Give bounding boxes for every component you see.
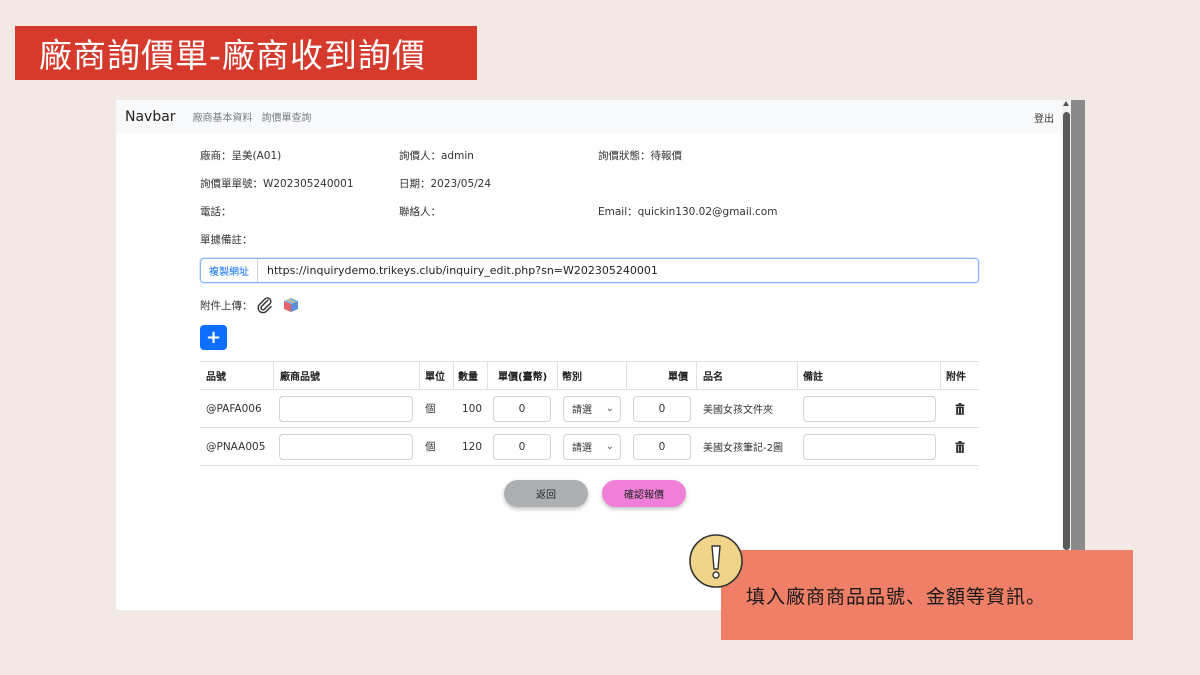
slide-title: 廠商詢價單-廠商收到詢價: [15, 26, 477, 80]
exclamation-icon: [689, 534, 743, 588]
header-remark: 備註: [803, 372, 823, 383]
back-button[interactable]: 返回: [504, 480, 588, 507]
logout-link[interactable]: 登出: [1034, 110, 1054, 125]
url-field[interactable]: https://inquirydemo.trikeys.club/inquiry…: [258, 264, 658, 277]
item-unit: 個: [425, 441, 436, 453]
header-vendor-code: 廠商品號: [280, 372, 320, 383]
column-divider: [273, 361, 274, 390]
column-divider: [696, 361, 697, 390]
currency-select[interactable]: 請選 ⌄: [563, 433, 621, 460]
item-quantity: 100: [462, 402, 483, 415]
chevron-down-icon: ⌄: [605, 403, 614, 414]
header-attachment: 附件: [946, 372, 966, 383]
column-divider: [453, 361, 454, 390]
navbar: Navbar 廠商基本資料 詢價單查詢 登出: [116, 100, 1062, 133]
header-unit: 單位: [425, 372, 445, 383]
price-input[interactable]: 0: [633, 433, 691, 460]
header-price: 單價: [668, 372, 688, 383]
header-code: 品號: [206, 372, 226, 383]
nav-link-vendor-info[interactable]: 廠商基本資料: [193, 109, 253, 124]
contact-info: 聯絡人：: [399, 206, 441, 218]
table-header-row: 品號 廠商品號 單位 數量 單價(臺幣) 幣別 單價 品名 備註 附件: [200, 361, 979, 390]
scroll-up-icon[interactable]: [1063, 101, 1069, 106]
column-divider: [626, 361, 627, 390]
attachment-upload-label: 附件上傳：: [200, 300, 253, 312]
item-quantity: 120: [462, 440, 483, 453]
inquiry-date: 日期：2023/05/24: [399, 178, 492, 190]
status-info: 詢價狀態：待報價: [598, 150, 682, 162]
header-price-twd: 單價(臺幣): [498, 372, 548, 383]
column-divider: [940, 361, 941, 390]
column-divider: [557, 361, 558, 390]
phone-info: 電話：: [200, 206, 232, 218]
trash-icon[interactable]: [955, 440, 965, 453]
app-screenshot: Navbar 廠商基本資料 詢價單查詢 登出 廠商：呈美(A01) 詢價人：ad…: [116, 100, 1070, 610]
trash-icon[interactable]: [955, 402, 965, 415]
item-name: 美國女孩筆記-2圖: [703, 443, 783, 454]
currency-select-value: 請選: [572, 443, 592, 454]
vendor-info: 廠商：呈美(A01): [200, 150, 282, 162]
column-divider: [487, 361, 488, 390]
paperclip-icon[interactable]: [256, 296, 274, 314]
navbar-brand[interactable]: Navbar: [125, 109, 176, 125]
vendor-code-input[interactable]: [279, 395, 413, 422]
scrollbar-thumb[interactable]: [1063, 112, 1070, 550]
column-divider: [419, 361, 420, 390]
inquiry-number: 詢價單單號：W202305240001: [200, 178, 354, 190]
remark-input[interactable]: [803, 395, 936, 422]
item-unit: 個: [425, 403, 436, 415]
column-divider: [797, 361, 798, 390]
price-twd-input[interactable]: 0: [493, 395, 551, 422]
currency-select-value: 請選: [572, 405, 592, 416]
email-info: Email：quickin130.02@gmail.com: [598, 206, 778, 218]
item-code: @PAFA006: [206, 402, 262, 415]
currency-select[interactable]: 請選 ⌄: [563, 395, 621, 422]
header-name: 品名: [703, 372, 723, 383]
callout-box: 填入廠商商品品號、金額等資訊。: [721, 550, 1133, 640]
package-icon[interactable]: [282, 296, 300, 314]
nav-link-inquiry-search[interactable]: 詢價單查詢: [262, 109, 312, 124]
add-item-button[interactable]: +: [200, 325, 227, 350]
vendor-code-input[interactable]: [279, 433, 413, 460]
table-row: @PAFA006 個 100 0 請選 ⌄ 0 美國女孩文件夾: [200, 390, 979, 428]
url-input-group: 複製網址 https://inquirydemo.trikeys.club/in…: [200, 258, 979, 283]
price-input[interactable]: 0: [633, 395, 691, 422]
price-twd-input[interactable]: 0: [493, 433, 551, 460]
copy-url-button[interactable]: 複製網址: [201, 259, 258, 282]
confirm-quote-button[interactable]: 確認報價: [602, 480, 686, 507]
items-table: 品號 廠商品號 單位 數量 單價(臺幣) 幣別 單價 品名 備註 附件 @PAF…: [200, 361, 979, 466]
header-currency: 幣別: [562, 372, 582, 383]
chevron-down-icon: ⌄: [605, 441, 614, 452]
table-row: @PNAA005 個 120 0 請選 ⌄ 0 美國女孩筆記-2圖: [200, 428, 979, 466]
item-code: @PNAA005: [206, 440, 266, 453]
item-name: 美國女孩文件夾: [703, 405, 773, 416]
remark-input[interactable]: [803, 433, 936, 460]
document-note: 單據備註：: [200, 234, 253, 246]
inquirer-info: 詢價人：admin: [399, 150, 474, 162]
header-quantity: 數量: [458, 372, 478, 383]
